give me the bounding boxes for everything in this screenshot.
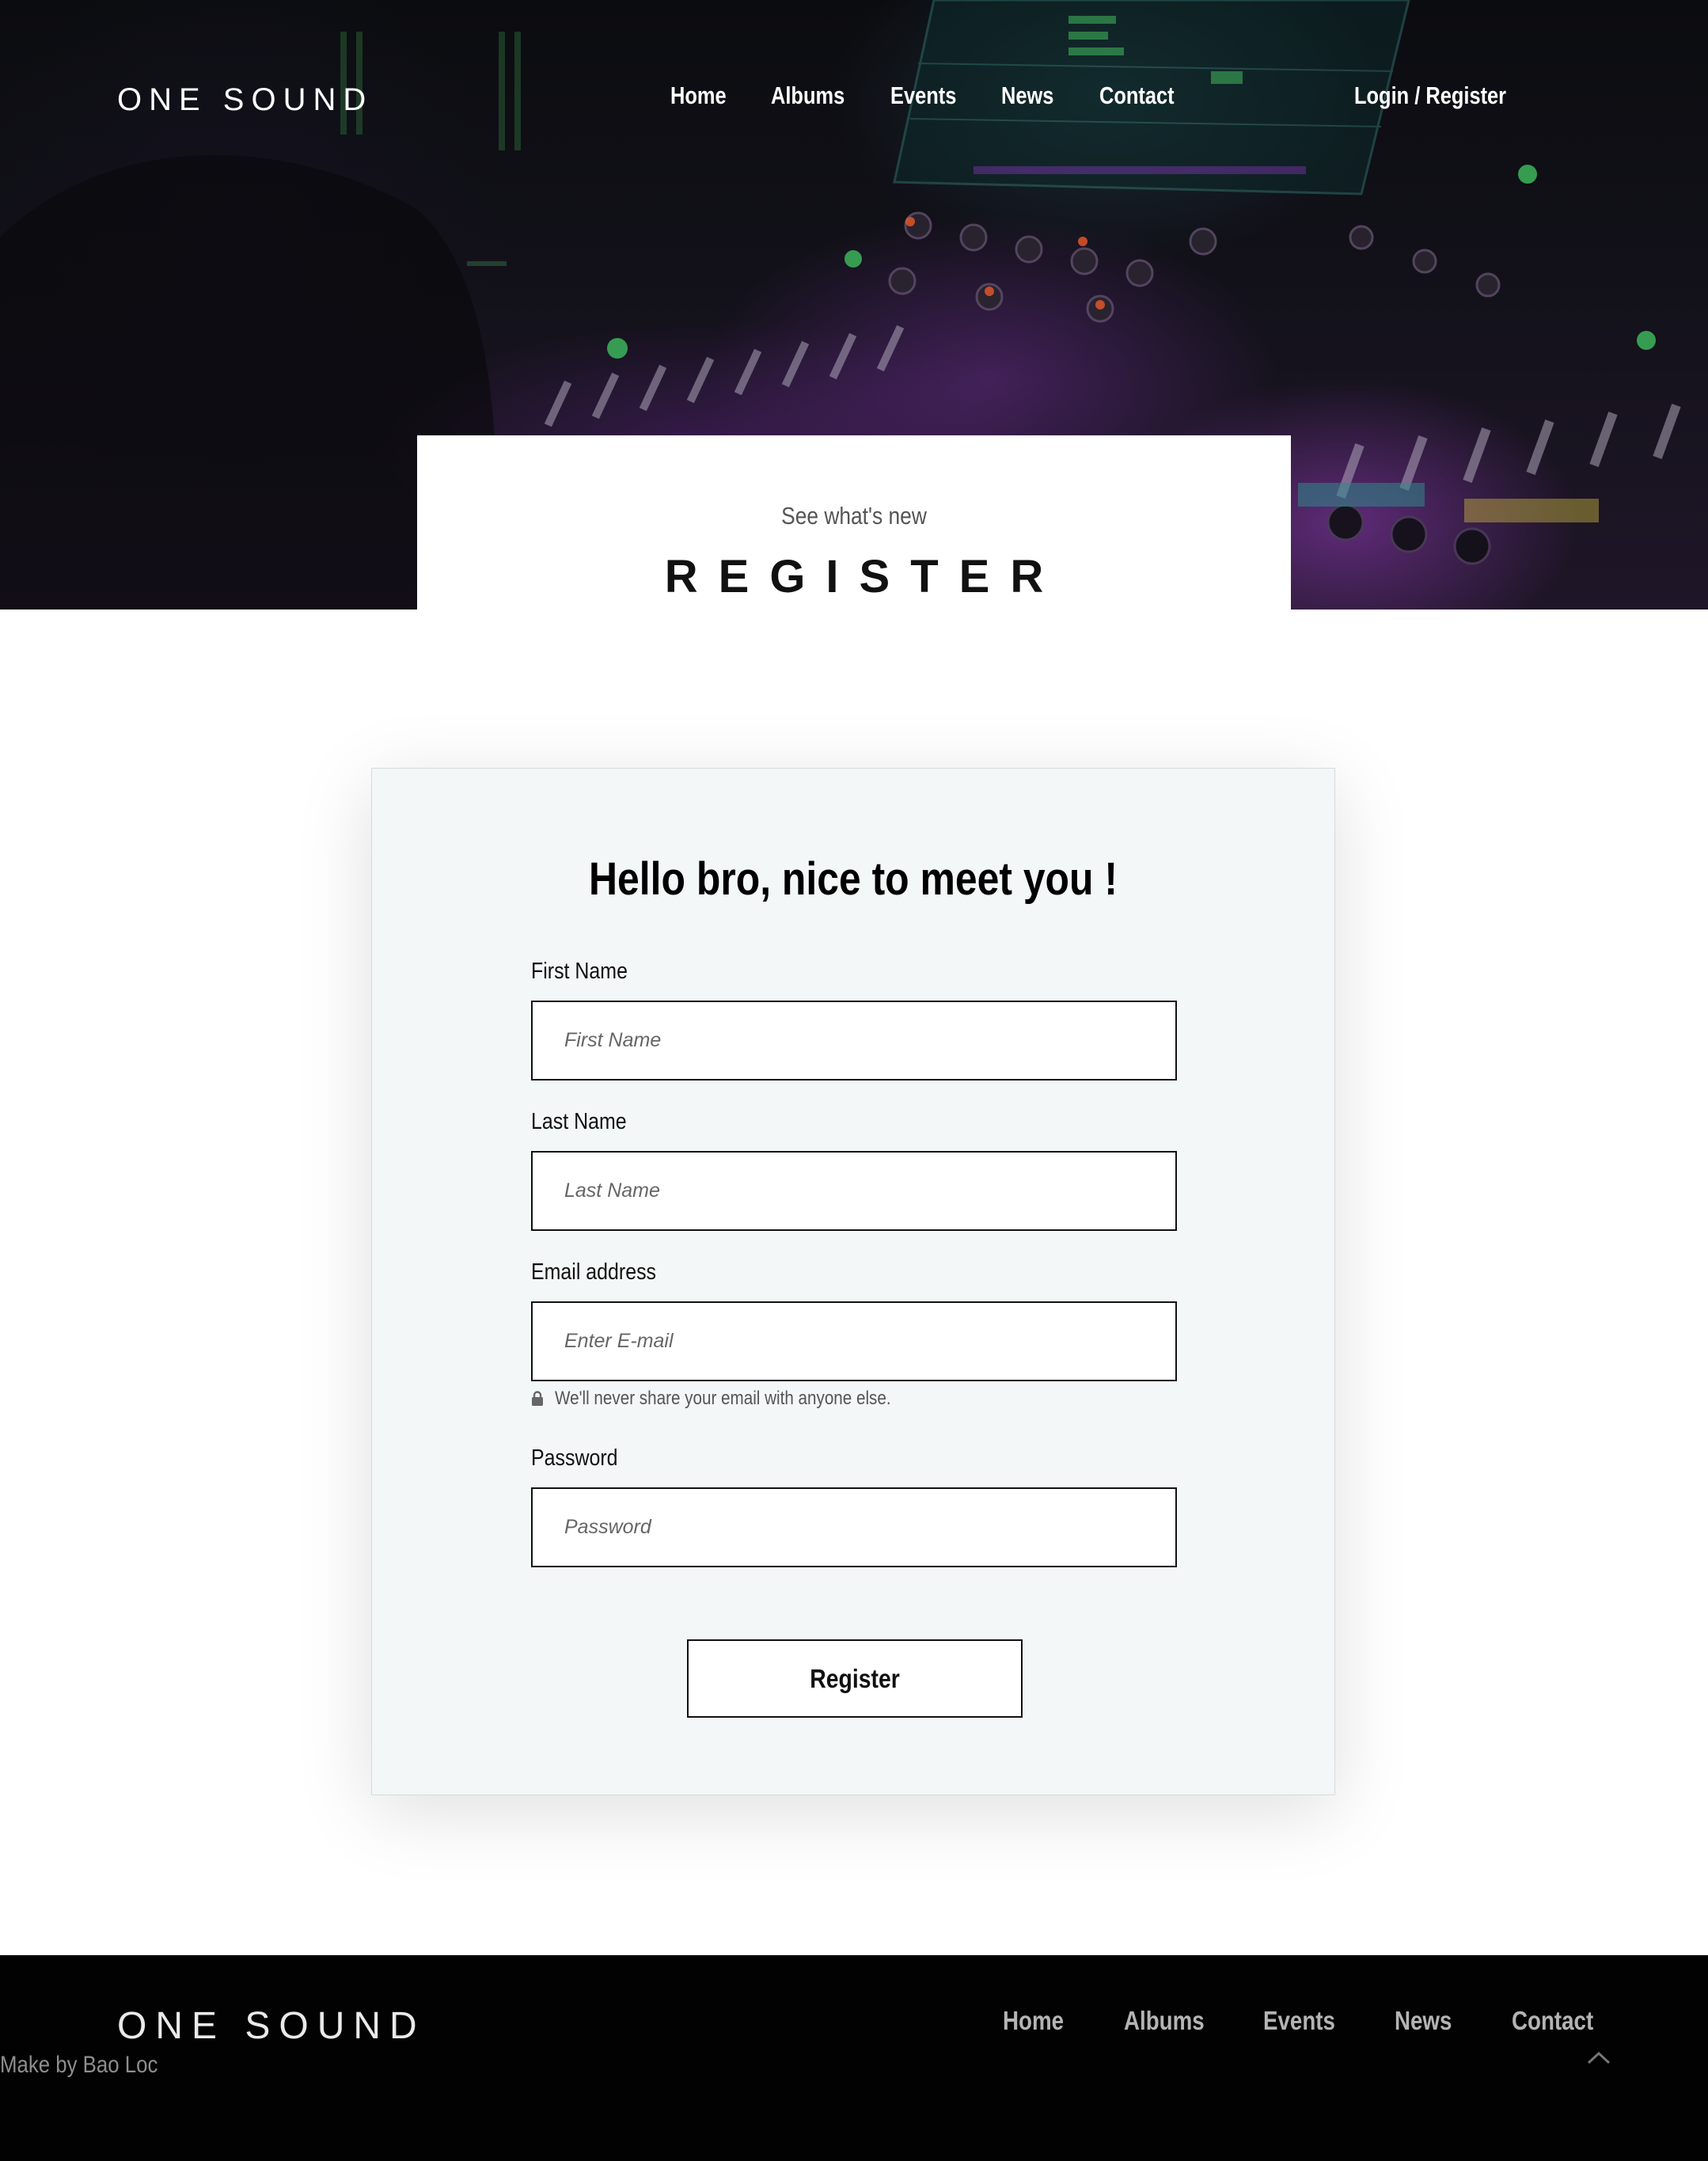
footer-nav-albums[interactable]: Albums: [1124, 2006, 1205, 2036]
footer-nav-news[interactable]: News: [1395, 2006, 1452, 2036]
password-label: Password: [531, 1445, 618, 1471]
email-label: Email address: [531, 1259, 657, 1285]
register-button[interactable]: Register: [687, 1639, 1023, 1718]
form-title: Hello bro, nice to meet you !: [589, 853, 1118, 905]
footer-credit: Make by Bao Loc: [0, 2052, 158, 2078]
last-name-input[interactable]: [531, 1151, 1177, 1231]
email-help-text: We'll never share your email with anyone…: [531, 1388, 946, 1410]
nav-login-register[interactable]: Login / Register: [1354, 82, 1506, 110]
page-eyebrow: See what's new: [781, 502, 927, 530]
footer-nav-contact[interactable]: Contact: [1512, 2006, 1593, 2036]
email-help-label: We'll never share your email with anyone…: [555, 1388, 891, 1409]
footer-nav-events[interactable]: Events: [1263, 2006, 1335, 2036]
first-name-input[interactable]: [531, 1001, 1177, 1080]
page-title: REGISTER: [664, 551, 1065, 602]
password-input[interactable]: [531, 1487, 1177, 1567]
footer-logo[interactable]: ONE SOUND: [117, 2004, 426, 2048]
site-logo[interactable]: ONE SOUND: [117, 82, 373, 118]
nav-albums[interactable]: Albums: [771, 82, 845, 110]
chevron-up-icon[interactable]: [1585, 2044, 1613, 2072]
nav-contact[interactable]: Contact: [1099, 82, 1175, 110]
register-button-label: Register: [810, 1663, 900, 1693]
lock-icon: [532, 1391, 543, 1406]
footer-nav-home[interactable]: Home: [1003, 2006, 1064, 2036]
site-footer: ONE SOUND Home Albums Events News Contac…: [0, 1955, 1708, 2161]
nav-home[interactable]: Home: [670, 82, 727, 110]
email-input[interactable]: [531, 1301, 1177, 1381]
last-name-label: Last Name: [531, 1109, 627, 1134]
nav-events[interactable]: Events: [890, 82, 956, 110]
hero-banner: ONE SOUND Home Albums Events News Contac…: [0, 0, 1708, 610]
page-title-card: See what's new REGISTER: [417, 435, 1291, 610]
register-form-card: Hello bro, nice to meet you ! First Name…: [371, 768, 1335, 1795]
nav-news[interactable]: News: [1001, 82, 1053, 110]
first-name-label: First Name: [531, 959, 628, 984]
